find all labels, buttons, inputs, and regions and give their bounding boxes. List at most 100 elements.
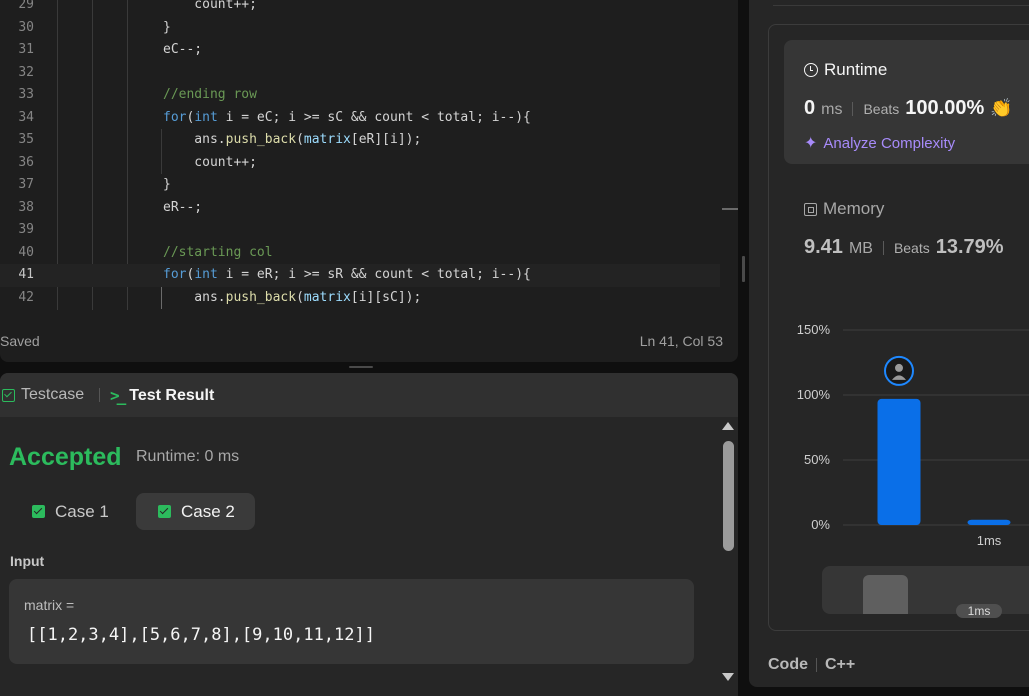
language-label: C++ (825, 656, 856, 673)
memory-card[interactable]: Memory (804, 199, 884, 219)
code-line[interactable]: 31 eC--; (0, 39, 720, 62)
case-2-button[interactable]: Case 2 (136, 493, 255, 530)
code-token: i = eC; i >= sC && count < total; i--){ (217, 109, 531, 125)
code-line[interactable]: 42 ans.push_back(matrix[i][sC]); (0, 287, 720, 310)
code-line[interactable]: 40 //starting col (0, 242, 720, 265)
indent-guide (161, 286, 162, 309)
line-number: 32 (18, 64, 34, 80)
x-tick-label: 1ms (977, 533, 1002, 548)
tab-test-result[interactable]: >_ Test Result (110, 386, 214, 405)
scroll-up-arrow[interactable] (722, 422, 734, 430)
memory-stats: 9.41 MB Beats 13.79% (804, 236, 1004, 259)
code-line[interactable]: 41 for(int i = eR; i >= sR && count < tot… (0, 264, 720, 287)
line-number: 30 (18, 19, 34, 35)
chart-bar[interactable] (967, 519, 1011, 525)
code-token: ( (296, 132, 304, 147)
y-tick-label: 50% (804, 452, 830, 467)
scroll-down-arrow[interactable] (722, 673, 734, 681)
code-language-footer: Code C++ (768, 656, 855, 674)
tab-testcase-label: Testcase (21, 386, 85, 403)
code-token: count++; (163, 0, 257, 12)
code-token: //starting col (163, 244, 273, 260)
chart-bar[interactable] (877, 398, 921, 525)
clock-icon (804, 63, 818, 77)
line-code: } (163, 174, 171, 197)
code-token: push_back (225, 132, 297, 147)
runtime-title-text: Runtime (824, 60, 888, 79)
line-number: 34 (18, 109, 34, 125)
runtime-beats-label: Beats (863, 101, 900, 117)
code-token: count++; (163, 154, 257, 170)
footer-divider (816, 658, 817, 672)
line-code: ans.push_back(matrix[i][sC]); (163, 287, 421, 310)
cursor-position[interactable]: Ln 41, Col 53 (640, 333, 723, 349)
line-number: 36 (18, 154, 34, 170)
memory-unit: MB (848, 240, 873, 257)
code-label: Code (768, 656, 808, 673)
code-line[interactable]: 33 //ending row (0, 84, 720, 107)
tab-testcase[interactable]: Testcase (2, 386, 84, 404)
memory-beats-label: Beats (893, 240, 930, 256)
range-mini-bar (863, 575, 908, 614)
verdict-accepted: Accepted (9, 443, 122, 471)
checkbox-icon (2, 388, 15, 402)
y-tick-label: 0% (811, 517, 830, 532)
code-line[interactable]: 32 (0, 62, 720, 85)
runtime-beats-value: 100.00% (905, 97, 985, 119)
chart-svg: 150% 100% 50% 0% 1ms (797, 322, 1029, 548)
line-number: 31 (18, 42, 34, 57)
line-number: 35 (18, 132, 34, 147)
case-2-label: Case 2 (181, 501, 235, 521)
vertical-resize-handle[interactable] (742, 256, 745, 282)
runtime-distribution-chart[interactable]: 150% 100% 50% 0% 1ms (768, 310, 1029, 560)
code-line[interactable]: 38 eR--; (0, 197, 720, 220)
code-token: eR--; (163, 199, 203, 215)
range-handle-label[interactable]: 1ms (956, 604, 1002, 618)
analyze-complexity-button[interactable]: ✦ Analyze Complexity (804, 133, 955, 153)
chip-icon (804, 202, 817, 216)
code-token: i = eR; i >= sR && count < total; i--){ (217, 267, 531, 282)
code-line[interactable]: 39 (0, 219, 720, 242)
code-line[interactable]: 35 ans.push_back(matrix[eR][i]); (0, 129, 720, 152)
line-code: //starting col (163, 242, 273, 265)
horizontal-resize-handle[interactable] (349, 366, 373, 368)
stat-divider (882, 240, 884, 255)
code-token: ans. (163, 132, 226, 147)
code-editor[interactable]: 29 count++; 30} 31 eC--; 32 33//ending row 34 f… (0, 0, 738, 362)
code-token: matrix (303, 289, 351, 305)
code-line[interactable]: 34 for(int i = eC; i >= sC && count < tot… (0, 107, 720, 130)
code-line[interactable]: 36 count++; (0, 152, 720, 175)
line-code: count++; (163, 0, 257, 17)
code-token: eC--; (163, 42, 203, 57)
code-token: for (163, 109, 187, 125)
clap-icon: 👏 (990, 98, 1013, 118)
case-1-button[interactable]: Case 1 (10, 493, 129, 530)
line-number: 38 (18, 199, 34, 215)
code-area[interactable]: 29 count++; 30} 31 eC--; 32 33//ending row 34 f… (0, 0, 738, 310)
scrollbar-marker[interactable] (722, 208, 738, 210)
code-token: for (163, 267, 187, 282)
y-tick-label: 100% (797, 387, 831, 402)
memory-title: Memory (823, 199, 885, 218)
pane-top-edge (773, 0, 1029, 6)
line-code: //ending row (163, 84, 257, 107)
code-line[interactable]: 29 count++; (0, 0, 720, 17)
line-code: } (163, 17, 171, 40)
memory-value: 9.41 (804, 236, 843, 258)
line-number: 40 (18, 244, 34, 260)
line-code: eR--; (163, 197, 202, 220)
code-token: matrix (303, 132, 351, 147)
code-line[interactable]: 37} (0, 174, 720, 197)
runtime-stats: 0 ms Beats 100.00% 👏 (804, 97, 1013, 120)
code-token: int (194, 109, 218, 125)
scrollbar-thumb[interactable] (723, 441, 734, 551)
code-token: ans. (163, 289, 226, 305)
analyze-complexity-label: Analyze Complexity (823, 134, 956, 152)
input-label: Input (10, 553, 45, 569)
input-box: matrix = [[1,2,3,4],[5,6,7,8],[9,10,11,1… (9, 579, 694, 664)
range-selector[interactable]: 1ms (822, 566, 1029, 618)
runtime-title: Runtime (804, 60, 887, 80)
code-line[interactable]: 30} (0, 17, 720, 40)
indent-guide (161, 129, 162, 174)
runtime-card[interactable]: Runtime 0 ms Beats 100.00% 👏 ✦ Analyze C… (784, 40, 1029, 164)
